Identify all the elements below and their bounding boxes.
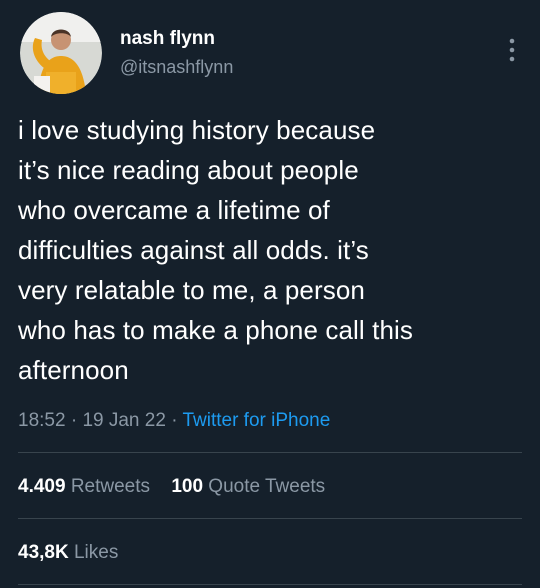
user-handle[interactable]: @itsnashflynn: [120, 57, 460, 78]
likes-count: 43,8K: [18, 542, 69, 563]
tweet-source-link[interactable]: Twitter for iPhone: [182, 410, 330, 431]
tweet-text: i love studying history because it’s nic…: [18, 110, 526, 390]
display-name[interactable]: nash flynn: [120, 28, 460, 50]
avatar[interactable]: [20, 12, 102, 94]
tweet-time[interactable]: 18:52: [18, 410, 66, 431]
likes-stat[interactable]: 43,8K Likes: [18, 541, 118, 565]
engagement-stats: 4.409 Retweets 100 Quote Tweets: [18, 475, 518, 499]
tweet-detail-page: nash flynn @itsnashflynn i love studying…: [0, 0, 540, 588]
likes-label: Likes: [73, 542, 119, 563]
divider: [18, 584, 522, 585]
tweet-line: who overcame a lifetime of: [18, 195, 330, 225]
quote-tweets-label: Quote Tweets: [208, 476, 326, 497]
more-options-button[interactable]: [504, 36, 520, 64]
tweet-line: difficulties against all odds. it’s: [18, 235, 369, 265]
tweet-header: nash flynn @itsnashflynn: [20, 12, 520, 94]
retweets-label: Retweets: [70, 476, 151, 497]
more-vertical-icon: [509, 38, 515, 62]
quote-tweets-count: 100: [171, 476, 204, 497]
likes-stats: 43,8K Likes: [18, 541, 518, 565]
tweet-line: afternoon: [18, 355, 129, 385]
retweets-count: 4.409: [18, 476, 66, 497]
divider: [18, 452, 522, 453]
tweet-line: very relatable to me, a person: [18, 275, 365, 305]
retweets-stat[interactable]: 4.409 Retweets: [18, 475, 150, 499]
top-strip: [0, 0, 540, 6]
tweet-line: it’s nice reading about people: [18, 155, 359, 185]
tweet-line: who has to make a phone call this: [18, 315, 413, 345]
tweet-meta: 18:52 · 19 Jan 22 · Twitter for iPhone: [18, 409, 518, 433]
meta-separator: ·: [70, 410, 78, 431]
divider: [18, 518, 522, 519]
tweet-line: i love studying history because: [18, 115, 376, 145]
meta-separator: ·: [171, 410, 178, 431]
tweet-date[interactable]: 19 Jan 22: [82, 410, 165, 431]
author-info: nash flynn @itsnashflynn: [120, 28, 460, 78]
avatar-image: [20, 12, 102, 94]
quote-tweets-stat[interactable]: 100 Quote Tweets: [171, 475, 325, 499]
